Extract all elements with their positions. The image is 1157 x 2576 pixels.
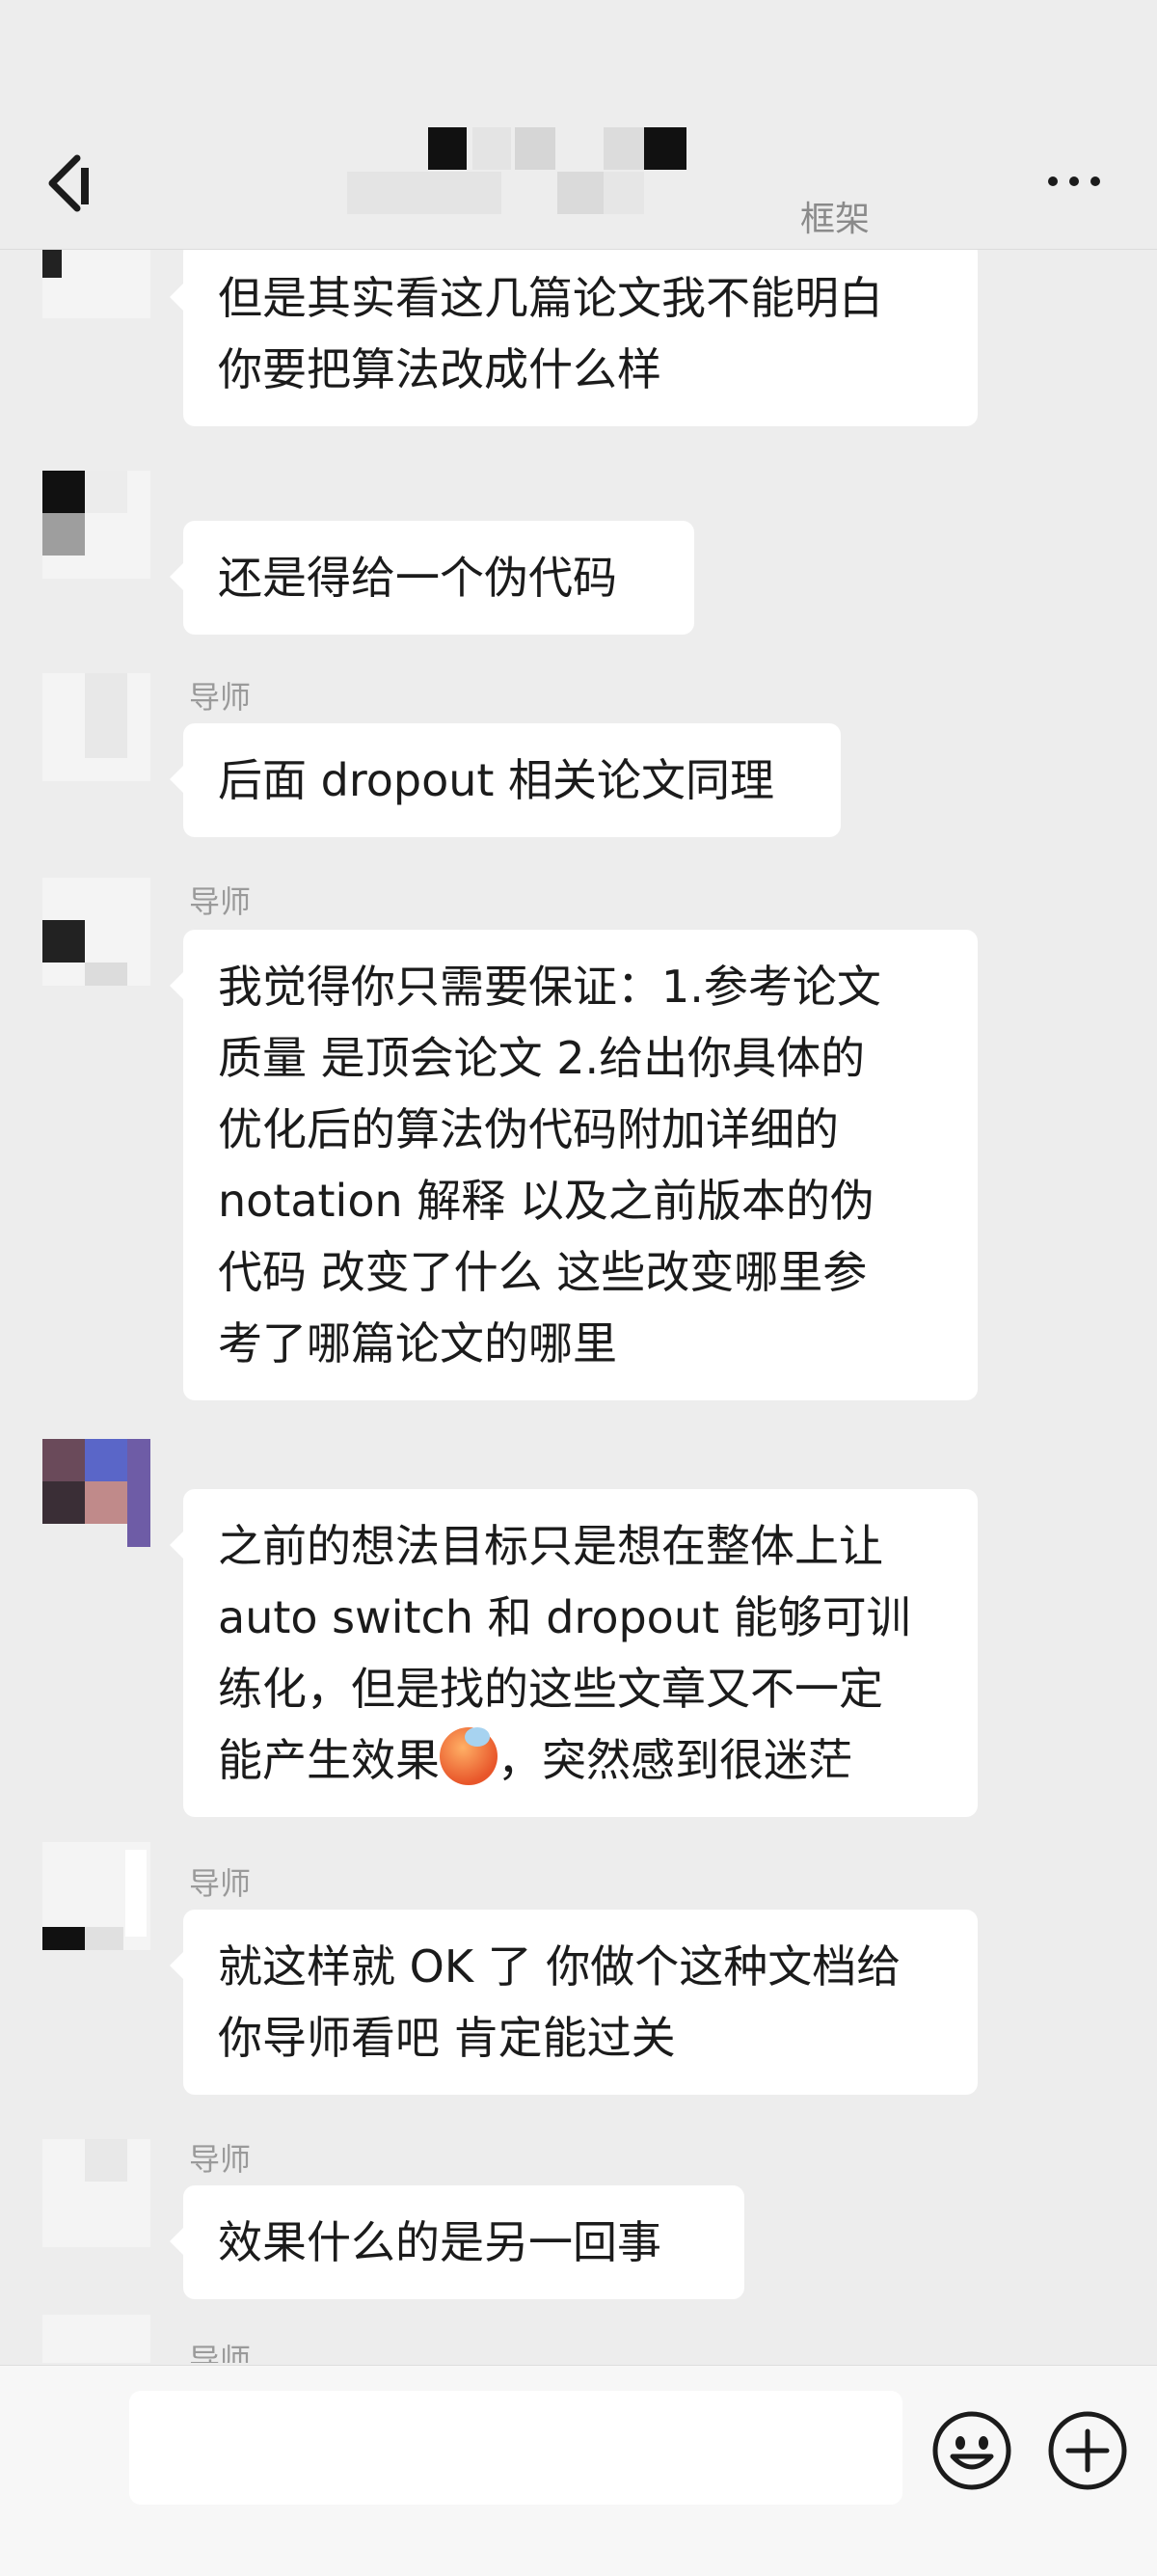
message-text: 效果什么的是另一回事 xyxy=(218,2216,661,2268)
message-text: 还是得给一个伪代码 xyxy=(218,552,617,604)
message-text: 练化，但是找的这些文章又不一定 xyxy=(218,1663,883,1715)
message-text: 质量 是顶会论文 2.给出你具体的 xyxy=(218,1032,866,1084)
chat-subtitle: 框架 xyxy=(800,200,871,239)
avatar[interactable] xyxy=(42,2315,150,2363)
message-bubble[interactable]: 我觉得你只需要保证：1.参考论文 质量 是顶会论文 2.给出你具体的 优化后的算… xyxy=(170,930,978,1400)
sender-name: 导师 xyxy=(189,679,252,716)
sender-name: 导师 xyxy=(189,2342,252,2363)
sender-name: 导师 xyxy=(189,2141,252,2178)
message-text: 考了哪篇论文的哪里 xyxy=(218,1317,617,1369)
message-text: 但是其实看这几篇论文我不能明白 xyxy=(218,272,883,324)
message-text: notation 解释 以及之前版本的伪 xyxy=(218,1175,874,1227)
avatar[interactable] xyxy=(42,1439,150,1547)
sender-name: 导师 xyxy=(189,883,252,920)
sender-name: 导师 xyxy=(189,1865,252,1902)
plus-circle-icon[interactable] xyxy=(1045,2408,1130,2493)
avatar[interactable] xyxy=(42,471,150,579)
message-text-line: 能产生效果 ，突然感到很迷茫 xyxy=(218,1724,943,1796)
overheated-face-emoji xyxy=(440,1727,498,1785)
message-text: 你要把算法改成什么样 xyxy=(218,343,661,395)
message-bubble[interactable]: 后面 dropout 相关论文同理 xyxy=(170,723,841,837)
message-text: ，突然感到很迷茫 xyxy=(498,1734,852,1786)
chevron-left-icon[interactable] xyxy=(42,154,91,212)
message-text: 能产生效果 xyxy=(218,1734,440,1786)
message-bubble[interactable]: 效果什么的是另一回事 xyxy=(170,2185,744,2299)
message-text: 代码 改变了什么 这些改变哪里参 xyxy=(218,1246,868,1298)
avatar[interactable] xyxy=(42,1842,150,1950)
message-text: 就这样就 OK 了 你做个这种文档给 xyxy=(218,1940,901,1993)
message-text: 我觉得你只需要保证：1.参考论文 xyxy=(218,961,881,1013)
message-input[interactable] xyxy=(129,2391,902,2505)
avatar[interactable] xyxy=(42,2139,150,2247)
avatar[interactable] xyxy=(42,878,150,986)
message-bubble[interactable]: 但是其实看这几篇论文我不能明白 你要把算法改成什么样 xyxy=(170,249,978,426)
message-bubble[interactable]: 之前的想法目标只是想在整体上让 auto switch 和 dropout 能够… xyxy=(170,1489,978,1817)
message-bubble[interactable]: 还是得给一个伪代码 xyxy=(170,521,694,635)
emoji-smile-icon[interactable] xyxy=(929,2408,1014,2493)
message-list[interactable]: 但是其实看这几篇论文我不能明白 你要把算法改成什么样 还是得给一个伪代码 导师 … xyxy=(0,249,1157,2363)
message-text: 你导师看吧 肯定能过关 xyxy=(218,2012,676,2064)
avatar[interactable] xyxy=(42,249,150,318)
message-text: 后面 dropout 相关论文同理 xyxy=(218,754,775,806)
message-text: 优化后的算法伪代码附加详细的 xyxy=(218,1103,839,1155)
chat-header: 框架 xyxy=(0,0,1157,250)
input-bar xyxy=(0,2365,1157,2576)
chat-title-redacted xyxy=(347,125,733,214)
message-bubble[interactable]: 就这样就 OK 了 你做个这种文档给 你导师看吧 肯定能过关 xyxy=(170,1910,978,2095)
message-text: 之前的想法目标只是想在整体上让 xyxy=(218,1520,883,1572)
message-text: auto switch 和 dropout 能够可训 xyxy=(218,1591,911,1643)
avatar[interactable] xyxy=(42,673,150,781)
more-dots-icon[interactable] xyxy=(1045,162,1103,201)
